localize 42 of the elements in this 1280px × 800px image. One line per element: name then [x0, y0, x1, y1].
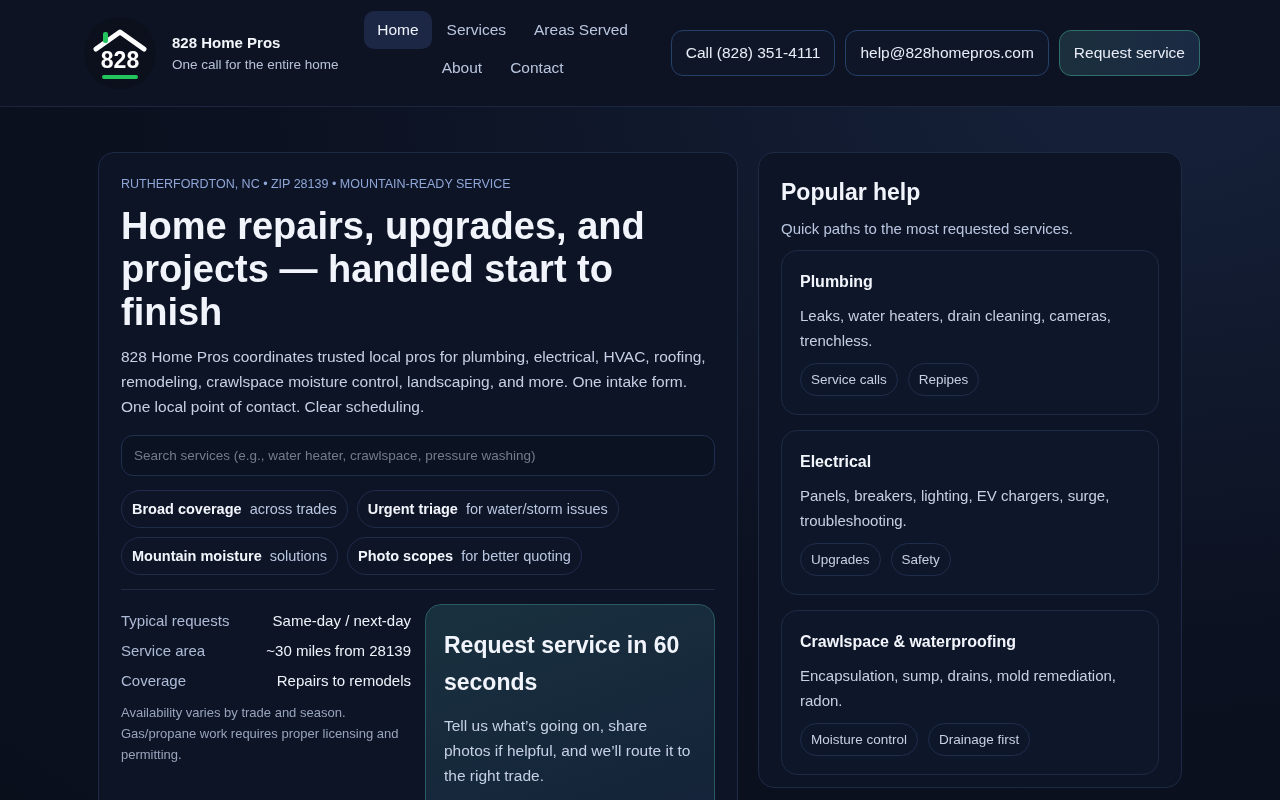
brand-tagline: One call for the entire home — [172, 57, 339, 72]
nav-link[interactable]: Home — [364, 11, 432, 49]
nav-link[interactable]: Areas Served — [521, 11, 641, 49]
nav-link[interactable]: About — [428, 49, 496, 87]
panel-title: Popular help — [781, 179, 922, 206]
stat-label: Service area — [121, 642, 206, 659]
stat-value: Same-day / next-day — [272, 612, 411, 629]
logo-text: 828 — [100, 47, 140, 72]
service-title: Crawlspace & waterproofing — [800, 633, 1018, 651]
highlight-pill: Mountain moisture solutions — [121, 537, 338, 575]
logo[interactable]: 828 — [84, 17, 156, 89]
service-card[interactable]: Electrical Panels, breakers, lighting, EV chargers, surge, troubleshooting. Upgrades Safety — [781, 430, 1159, 595]
stat-value: Repairs to remodels — [276, 672, 411, 689]
highlight-pill: Urgent triage for water/storm issues — [356, 490, 619, 528]
contact-button[interactable]: help@828homepros.com — [845, 30, 1049, 76]
stat-label: Coverage — [121, 672, 187, 689]
house-roof-icon — [93, 27, 147, 52]
search-field[interactable]: Search services (e.g., water heater, crawlspace, pressure washing) — [121, 435, 715, 476]
contact-button[interactable]: Call (828) 351-4111 — [670, 30, 836, 76]
stat-label: Typical requests — [121, 612, 230, 629]
request-title: Request service in 60 seconds — [444, 631, 681, 697]
panel-subtitle: Quick paths to the most requested services. — [781, 220, 1074, 237]
brand-name: 828 Home Pros — [172, 34, 282, 51]
location-eyebrow: RUTHERFORDTON, NC • ZIP 28139 • MOUNTAIN-READY SERVICE — [121, 177, 512, 191]
stat-value: ~30 miles from 28139 — [266, 642, 411, 659]
highlight-pill: Photo scopes for better quoting — [347, 537, 582, 575]
service-title: Electrical — [800, 453, 873, 471]
availability-note: Availability varies by trade and season. Gas/propane work requires proper licensing and permitting. — [121, 704, 400, 764]
service-description: Leaks, water heaters, drain cleaning, cameras, trenchless. — [800, 306, 1112, 351]
logo-underline — [102, 74, 138, 79]
service-title: Plumbing — [800, 273, 874, 291]
service-description: Encapsulation, sump, drains, mold remediation, radon. — [800, 666, 1117, 711]
hero-title: Home repairs, upgrades, and projects — handled start to finish — [121, 205, 646, 334]
service-description: Panels, breakers, lighting, EV chargers, surge, troubleshooting. — [800, 486, 1111, 531]
nav-link[interactable]: Contact — [497, 49, 577, 87]
service-card[interactable]: Plumbing Leaks, water heaters, drain cleaning, cameras, trenchless. Service calls Repipes — [781, 250, 1159, 415]
hero-description: 828 Home Pros coordinates trusted local pros for plumbing, electrical, HVAC, roofing, remodeling, crawlspace moisture control, landscaping, and more. One intake form. One local point of contact. Clear scheduling. — [121, 347, 707, 417]
highlight-pill: Broad coverage across trades — [121, 490, 348, 528]
nav-link[interactable]: Services — [433, 11, 520, 49]
request-button[interactable]: Request service — [1058, 30, 1200, 76]
service-card[interactable]: Crawlspace & waterproofing Encapsulation, sump, drains, mold remediation, radon. Moisture control Drainage first — [781, 610, 1159, 775]
request-description: Tell us what’s going on, share photos if helpful, and we’ll route it to the right trade. — [444, 716, 692, 786]
